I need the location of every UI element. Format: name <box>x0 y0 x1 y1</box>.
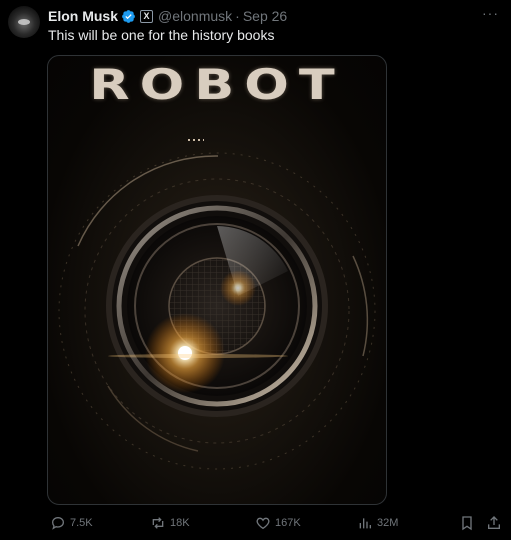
repost-button[interactable]: 18K <box>150 513 190 533</box>
view-count: 32M <box>377 517 399 529</box>
like-button[interactable]: 167K <box>255 513 301 533</box>
more-options-button[interactable]: ··· <box>482 6 499 20</box>
views-button[interactable]: 32M <box>357 513 398 533</box>
reply-button[interactable]: 7.5K <box>50 513 93 533</box>
affiliation-badge-icon[interactable]: X <box>140 9 154 23</box>
bookmark-icon <box>462 516 472 531</box>
repost-icon <box>152 517 164 529</box>
heart-icon <box>256 517 270 530</box>
bookmark-button[interactable] <box>459 513 479 533</box>
author-handle[interactable]: @elonmusk <box>158 8 232 24</box>
like-count: 167K <box>275 517 301 529</box>
reply-icon <box>51 516 65 530</box>
avatar[interactable] <box>8 6 40 38</box>
avatar-image <box>18 19 30 25</box>
poster-title: ROBOT <box>89 60 345 109</box>
author-name[interactable]: Elon Musk <box>48 8 118 24</box>
views-chart-icon <box>359 518 371 529</box>
reply-count: 7.5K <box>70 517 93 529</box>
verified-badge-icon <box>122 9 135 23</box>
tweet[interactable]: Elon Musk X @elonmusk · Sep 26 ··· This … <box>0 0 511 540</box>
poster-artwork <box>58 139 376 470</box>
repost-count: 18K <box>170 517 190 529</box>
tweet-date[interactable]: Sep 26 <box>243 8 287 24</box>
share-icon <box>488 516 500 529</box>
tweet-header: Elon Musk X @elonmusk · Sep 26 <box>48 7 287 25</box>
share-button[interactable] <box>486 513 506 533</box>
tweet-text: This will be one for the history books <box>48 27 275 43</box>
tweet-media-image[interactable]: ROBOT <box>47 55 387 505</box>
tweet-actions: 7.5K 18K 167K 32M <box>0 513 511 533</box>
header-separator: · <box>235 8 240 24</box>
